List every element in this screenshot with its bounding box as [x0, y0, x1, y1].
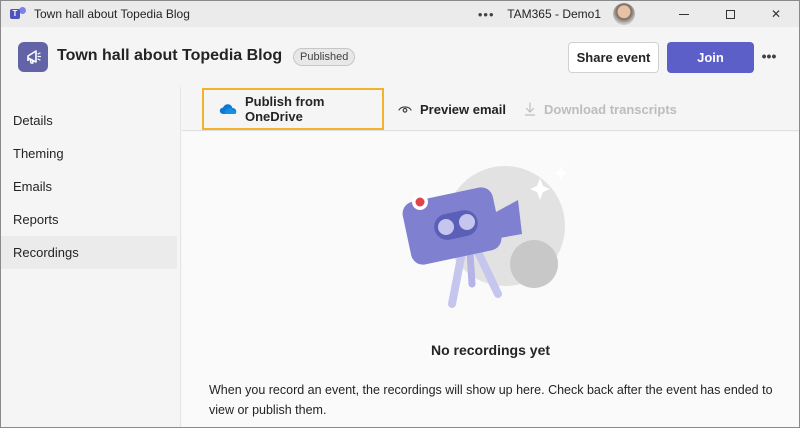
avatar[interactable] — [613, 3, 635, 25]
maximize-button[interactable] — [707, 1, 753, 27]
window-title: Town hall about Topedia Blog — [34, 7, 190, 21]
more-actions-button[interactable]: ••• — [759, 45, 779, 69]
sidebar-item-label: Theming — [13, 146, 64, 161]
sidebar-item-reports[interactable]: Reports — [1, 203, 180, 236]
download-transcripts-button[interactable]: Download transcripts — [524, 87, 677, 131]
page-title: Town hall about Topedia Blog — [57, 47, 283, 64]
more-options-icon[interactable]: ••• — [473, 7, 499, 22]
teams-logo-icon: T — [10, 6, 26, 22]
sidebar-item-recordings[interactable]: Recordings — [1, 236, 177, 269]
download-icon — [524, 102, 536, 116]
app-window: T Town hall about Topedia Blog ••• TAM36… — [0, 0, 800, 428]
sidebar-item-label: Recordings — [13, 245, 79, 260]
minimize-button[interactable] — [661, 1, 707, 27]
town-hall-icon — [18, 42, 48, 72]
empty-state-title: No recordings yet — [430, 342, 551, 358]
sidebar-item-label: Details — [13, 113, 53, 128]
sidebar: Details Theming Emails Reports Recording… — [1, 87, 181, 427]
publish-from-onedrive-button[interactable]: Publish from OneDrive — [202, 88, 384, 130]
sidebar-item-label: Reports — [13, 212, 59, 227]
onedrive-cloud-icon — [219, 103, 237, 115]
camera-illustration — [400, 154, 590, 314]
sidebar-item-theming[interactable]: Theming — [1, 137, 180, 170]
tenant-label[interactable]: TAM365 - Demo1 — [507, 7, 601, 21]
preview-label: Preview email — [420, 101, 506, 117]
join-button[interactable]: Join — [667, 42, 754, 73]
publish-label: Publish from OneDrive — [245, 94, 325, 124]
minimize-icon — [679, 13, 689, 15]
recordings-panel: No recordings yet When you record an eve… — [182, 132, 799, 427]
maximize-icon — [725, 9, 735, 19]
event-header: Town hall about Topedia Blog Published S… — [1, 27, 799, 87]
empty-state-description: When you record an event, the recordings… — [209, 383, 773, 417]
download-label: Download transcripts — [544, 101, 677, 117]
preview-email-button[interactable]: Preview email — [398, 87, 506, 131]
sidebar-item-emails[interactable]: Emails — [1, 170, 180, 203]
close-button[interactable]: ✕ — [753, 1, 799, 27]
status-badge: Published — [293, 48, 356, 66]
share-event-button[interactable]: Share event — [568, 42, 659, 73]
sidebar-item-details[interactable]: Details — [1, 104, 180, 137]
eye-icon — [398, 104, 412, 114]
title-bar: T Town hall about Topedia Blog ••• TAM36… — [1, 1, 799, 27]
sidebar-item-label: Emails — [13, 179, 53, 194]
recordings-toolbar: Publish from OneDrive Preview email Down… — [182, 87, 799, 131]
